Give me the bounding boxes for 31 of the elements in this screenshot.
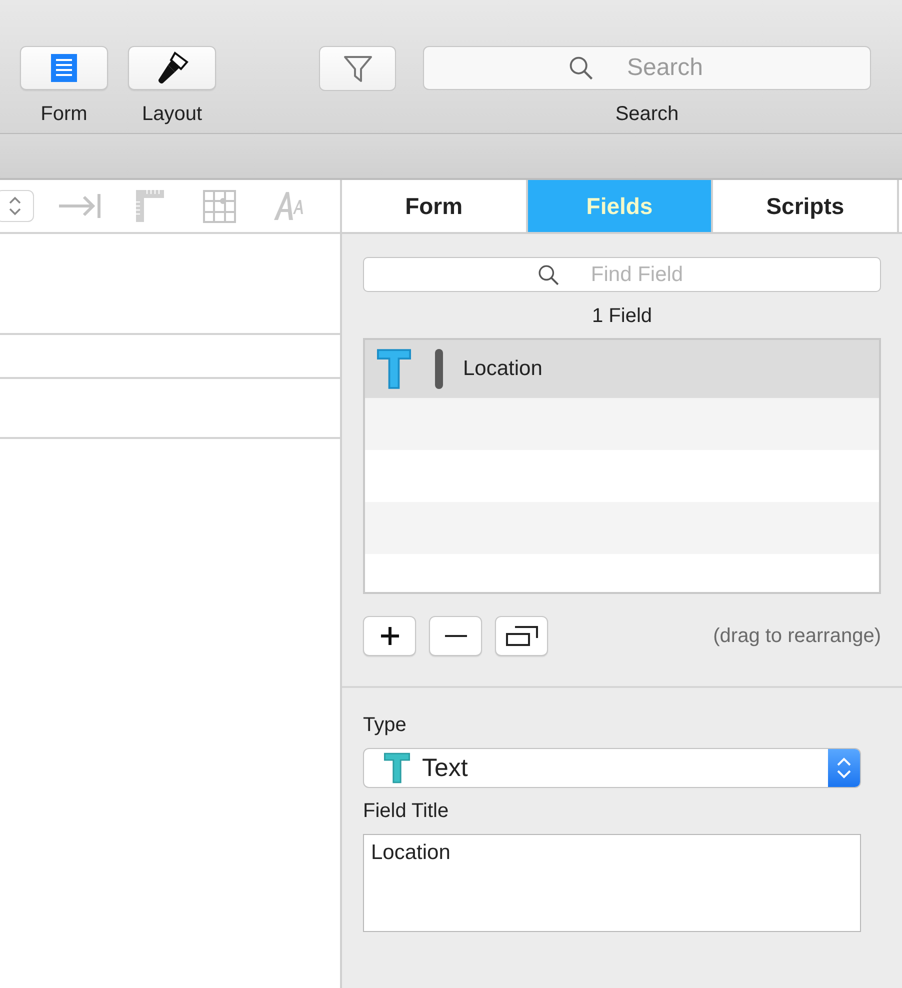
form-view-button[interactable] xyxy=(20,46,108,90)
filter-button[interactable] xyxy=(319,46,396,91)
text-type-icon xyxy=(384,752,410,784)
toolbar-label: Form xyxy=(40,102,88,127)
filter-icon xyxy=(342,54,372,84)
field-row[interactable]: Location xyxy=(365,340,879,398)
overlapping-rectangles-icon xyxy=(506,626,538,646)
drag-handle[interactable] xyxy=(435,349,443,389)
search-field[interactable]: Search xyxy=(423,46,871,90)
type-popup[interactable]: Text xyxy=(363,748,861,788)
hint-text: (drag to rearrange) xyxy=(713,624,881,648)
text-type-icon xyxy=(377,349,411,389)
plus-icon xyxy=(380,626,400,646)
toolbar-label: Search xyxy=(615,102,679,127)
search-icon xyxy=(538,264,559,285)
minus-icon xyxy=(444,634,466,638)
remove-button[interactable] xyxy=(429,616,482,656)
find-field[interactable]: Find Field xyxy=(363,257,881,292)
stepper-control[interactable] xyxy=(0,190,34,222)
list-icon xyxy=(51,54,77,82)
search-icon xyxy=(569,56,593,80)
up-down-arrows-icon xyxy=(8,194,22,218)
layout-button[interactable] xyxy=(128,46,216,90)
toolbar-label: Layout xyxy=(142,102,202,127)
up-down-arrows-icon xyxy=(836,755,852,781)
add-button[interactable] xyxy=(363,616,416,656)
type-label: Type xyxy=(363,713,408,738)
field-title-label: Field Title xyxy=(363,799,450,824)
duplicate-button[interactable] xyxy=(495,616,548,656)
field-title-field[interactable]: Location xyxy=(363,834,861,932)
field-count: 1 Field xyxy=(592,304,652,329)
